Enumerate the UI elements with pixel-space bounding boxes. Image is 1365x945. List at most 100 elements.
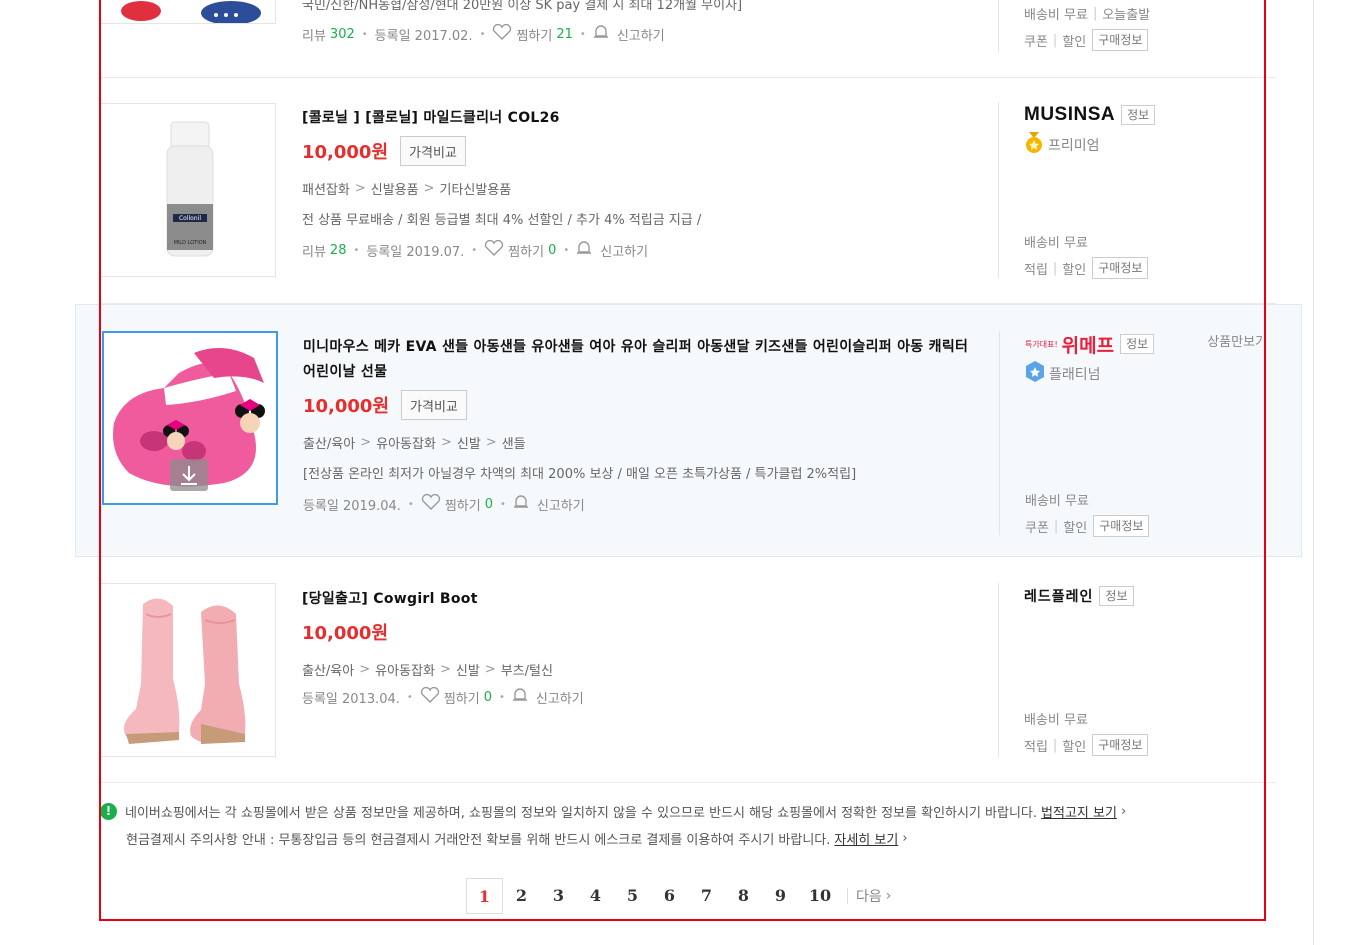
product-title[interactable]: [당일출고] Cowgirl Boot xyxy=(302,587,982,612)
product-title-partial[interactable]: 국민/신한/NH농협/삼성/현대 20만원 이상 SK pay 결제 시 최대 … xyxy=(302,0,982,12)
buy-info-button[interactable]: 구매정보 xyxy=(1092,734,1149,756)
page-8[interactable]: 8 xyxy=(725,878,762,914)
notice-text: 네이버쇼핑에서는 각 쇼핑몰에서 받은 상품 정보만을 제공하며, 쇼핑몰의 정… xyxy=(125,805,1038,821)
category-link[interactable]: 유아동잡화 xyxy=(375,660,435,679)
shipping-info: 배송비 무료 xyxy=(1024,236,1088,251)
category-link[interactable]: 출산/육아 xyxy=(303,433,355,452)
product-thumbnail[interactable] xyxy=(100,583,276,757)
like-label[interactable]: 찜하기 xyxy=(516,25,552,44)
category-link[interactable]: 유아동잡화 xyxy=(376,433,436,452)
separator-dot: • xyxy=(563,244,570,256)
pagination: 1 2 3 4 5 6 7 8 9 10 다음 › xyxy=(466,878,891,914)
page-10[interactable]: 10 xyxy=(799,878,841,914)
category-link[interactable]: 패션잡화 xyxy=(302,179,350,198)
category-link[interactable]: 샌들 xyxy=(502,433,526,452)
page-3[interactable]: 3 xyxy=(540,878,577,914)
page-1[interactable]: 1 xyxy=(466,878,503,914)
heart-icon[interactable] xyxy=(420,686,440,707)
today-ship-label: 오늘출발 xyxy=(1102,8,1151,23)
page-9[interactable]: 9 xyxy=(762,878,799,914)
discount-label: 할인 xyxy=(1063,520,1088,536)
register-date: 등록일 2019.04. xyxy=(303,498,401,514)
premium-medal-icon xyxy=(1024,132,1044,158)
page-6[interactable]: 6 xyxy=(651,878,688,914)
buy-info-button[interactable]: 구매정보 xyxy=(1092,29,1149,51)
buy-info-button[interactable]: 구매정보 xyxy=(1092,257,1149,279)
like-label[interactable]: 찜하기 xyxy=(445,495,481,514)
shipping-info: 배송비 무료 xyxy=(1024,8,1088,23)
product-thumbnail[interactable]: Collonil MILD LOTION xyxy=(100,103,276,277)
category-breadcrumb: 출산/육아 > 유아동잡화 > 신발 > 부츠/털신 xyxy=(302,660,553,679)
pager-divider xyxy=(847,888,848,904)
product-item-partial: 국민/신한/NH농협/삼성/현대 20만원 이상 SK pay 결제 시 최대 … xyxy=(100,0,1276,78)
product-title[interactable]: [콜로닐 ] [콜로닐] 마일드클리너 COL26 xyxy=(302,106,982,131)
coupon-label: 쿠폰 xyxy=(1024,34,1048,50)
product-only-view-link[interactable]: 상품만보기 xyxy=(1207,331,1267,350)
review-count[interactable]: 28 xyxy=(330,243,347,258)
seller-logo[interactable]: MUSINSA xyxy=(1024,104,1115,126)
like-label[interactable]: 찜하기 xyxy=(508,241,544,260)
page-4[interactable]: 4 xyxy=(577,878,614,914)
product-item: [당일출고] Cowgirl Boot 10,000원 출산/육아 > 유아동잡화… xyxy=(100,557,1276,783)
product-price[interactable]: 10,000원 xyxy=(303,392,389,418)
page-5[interactable]: 5 xyxy=(614,878,651,914)
chevron-right-icon[interactable]: › xyxy=(886,888,892,904)
legal-notice-link[interactable]: 법적고지 보기 xyxy=(1041,802,1117,821)
report-link[interactable]: 신고하기 xyxy=(537,495,585,514)
review-label[interactable]: 리뷰 xyxy=(302,25,326,44)
seller-logo-tagline[interactable]: 특가대표! xyxy=(1025,339,1058,350)
seller-info-tag[interactable]: 정보 xyxy=(1121,105,1156,125)
page-2[interactable]: 2 xyxy=(503,878,540,914)
report-link[interactable]: 신고하기 xyxy=(600,241,648,260)
product-item: Collonil MILD LOTION [콜로닐 ] [콜로닐] 마일드클리너… xyxy=(100,78,1276,304)
review-count[interactable]: 302 xyxy=(330,27,355,42)
bell-icon xyxy=(512,687,528,707)
like-count: 21 xyxy=(556,26,573,42)
seller-info-tag[interactable]: 정보 xyxy=(1120,334,1155,354)
bell-icon xyxy=(513,494,529,514)
category-link[interactable]: 신발 xyxy=(456,660,480,679)
svg-text:MILD LOTION: MILD LOTION xyxy=(174,240,207,246)
price-compare-button[interactable]: 가격비교 xyxy=(401,390,467,420)
heart-icon[interactable] xyxy=(484,239,504,260)
seller-logo[interactable]: 위메프 xyxy=(1062,331,1114,358)
product-title[interactable]: 미니마우스 메카 EVA 샌들 아동샌들 유아샌들 여아 유아 슬리퍼 아동샌달… xyxy=(303,335,983,385)
details-link[interactable]: 자세히 보기 xyxy=(834,829,898,848)
category-link[interactable]: 출산/육아 xyxy=(302,660,354,679)
discount-label: 할인 xyxy=(1062,34,1087,50)
category-link[interactable]: 신발 xyxy=(457,433,481,452)
heart-icon[interactable] xyxy=(421,493,441,514)
like-count: 0 xyxy=(484,496,493,512)
category-breadcrumb: 패션잡화 > 신발용품 > 기타신발용품 xyxy=(302,179,512,198)
seller-name[interactable]: 레드플레인 xyxy=(1024,586,1093,606)
seller-info-tag[interactable]: 정보 xyxy=(1099,586,1134,606)
category-breadcrumb: 출산/육아 > 유아동잡화 > 신발 > 샌들 xyxy=(303,433,526,452)
category-link[interactable]: 기타신발용품 xyxy=(440,179,512,198)
separator-dot: • xyxy=(479,28,486,40)
category-link[interactable]: 신발용품 xyxy=(371,179,419,198)
next-page-button[interactable]: 다음 xyxy=(856,886,882,906)
product-price[interactable]: 10,000원 xyxy=(302,619,388,645)
review-label[interactable]: 리뷰 xyxy=(302,241,326,260)
page-7[interactable]: 7 xyxy=(688,878,725,914)
shipping-info: 배송비 무료 xyxy=(1024,713,1088,728)
price-compare-button[interactable]: 가격비교 xyxy=(400,136,466,166)
separator-dot: • xyxy=(407,498,414,510)
product-price[interactable]: 10,000원 xyxy=(302,138,388,164)
separator-dot: • xyxy=(361,28,368,40)
like-label[interactable]: 찜하기 xyxy=(444,688,480,707)
report-link[interactable]: 신고하기 xyxy=(617,25,665,44)
heart-icon[interactable] xyxy=(492,23,512,44)
report-link[interactable]: 신고하기 xyxy=(536,688,584,707)
buy-info-button[interactable]: 구매정보 xyxy=(1093,515,1150,537)
right-divider xyxy=(1313,0,1314,945)
point-label: 적립 xyxy=(1024,262,1048,278)
seller-grade: 플래티넘 xyxy=(1049,367,1101,383)
product-thumbnail[interactable] xyxy=(100,0,276,24)
register-date: 등록일 2019.07. xyxy=(366,244,465,260)
chevron-right-icon: › xyxy=(1120,803,1127,819)
exclamation-icon: ! xyxy=(100,802,117,820)
category-link[interactable]: 부츠/털신 xyxy=(501,660,553,679)
product-thumbnail[interactable] xyxy=(102,331,278,505)
svg-text:Collonil: Collonil xyxy=(179,215,201,222)
